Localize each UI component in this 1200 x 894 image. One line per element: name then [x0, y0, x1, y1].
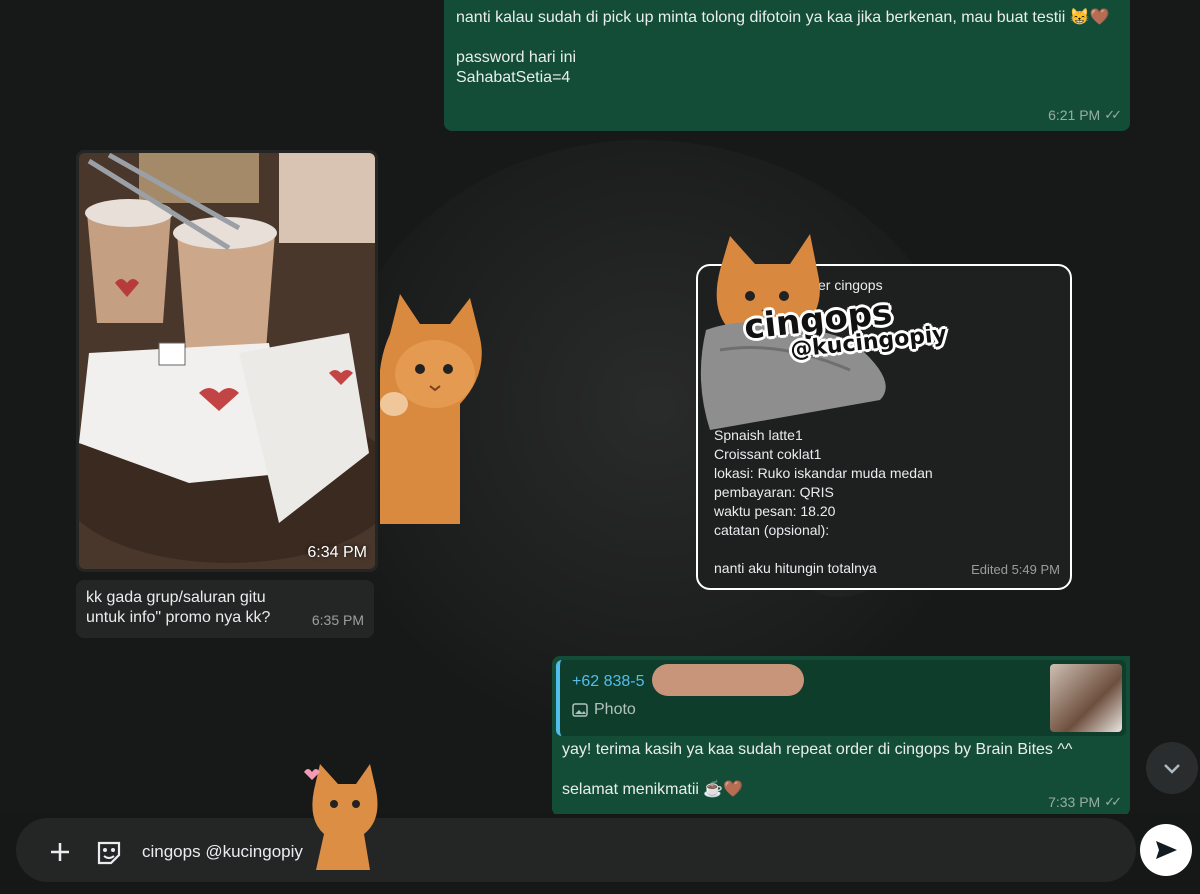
drinks-photo[interactable]: 6:34 PM [79, 153, 375, 569]
order-details: Spnaish latte1 Croissant coklat1 lokasi:… [714, 426, 933, 578]
quoted-media-text: Photo [594, 701, 636, 718]
read-ticks-icon: ✓✓ [1104, 107, 1122, 122]
message-time: 6:21 PM [1048, 107, 1101, 123]
quoted-message[interactable]: +62 838-5 Photo [556, 660, 1126, 736]
order-line: pembayaran: QRIS [714, 484, 834, 500]
incoming-photo-message[interactable]: 6:34 PM [76, 150, 378, 572]
message-meta: 6:21 PM ✓✓ [1048, 105, 1122, 125]
image-icon [572, 703, 588, 717]
cat-sticker-peeking [380, 294, 482, 524]
order-line: nanti aku hitungin totalnya [714, 560, 877, 576]
quoted-media-label: Photo [572, 700, 636, 720]
sticker-icon[interactable] [94, 838, 124, 868]
cat-sticker-composer [304, 764, 378, 870]
outgoing-message-password[interactable]: nanti kalau sudah di pick up minta tolon… [444, 0, 1130, 131]
edited-time: Edited 5:49 PM [971, 562, 1060, 577]
chevron-down-icon [1164, 764, 1180, 774]
message-meta: 7:33 PM ✓✓ [1048, 792, 1122, 812]
quoted-thumbnail [1050, 664, 1122, 732]
outgoing-reply-message[interactable]: +62 838-5 Photo yay! terima kasih ya kaa… [552, 656, 1130, 816]
message-meta: Edited 5:49 PM [971, 560, 1060, 580]
order-line: lokasi: Ruko iskandar muda medan [714, 465, 933, 481]
message-text: yay! terima kasih ya kaa sudah repeat or… [562, 741, 1073, 798]
message-time: 7:33 PM [1048, 794, 1101, 810]
photo-illustration [79, 153, 375, 569]
message-text: nanti kalau sudah di pick up minta tolon… [456, 9, 1110, 86]
read-ticks-icon: ✓✓ [1104, 794, 1122, 809]
order-line: catatan (opsional): [714, 522, 830, 538]
order-line: waktu pesan: 18.20 [714, 503, 836, 519]
send-icon [1156, 841, 1177, 859]
message-text: kk gada grup/saluran gitu untuk info" pr… [86, 589, 271, 626]
message-composer: cingops @kucingopiy [0, 764, 1200, 894]
quoted-sender: +62 838-5 [572, 673, 645, 690]
message-input[interactable]: cingops @kucingopiy [142, 842, 303, 862]
message-time: 6:35 PM [311, 612, 364, 628]
send-button[interactable] [1140, 824, 1192, 876]
order-line [714, 540, 933, 559]
scroll-to-bottom-button[interactable] [1146, 742, 1198, 794]
incoming-message-promo[interactable]: kk gada grup/saluran gitu untuk info" pr… [76, 580, 374, 638]
photo-time: 6:34 PM [307, 544, 367, 561]
redacted-number [652, 664, 804, 696]
plus-icon[interactable] [46, 838, 74, 866]
order-line: Croissant coklat1 [714, 446, 822, 462]
message-meta: 6:35 PM [312, 610, 364, 630]
composer-box: cingops @kucingopiy [16, 818, 1136, 882]
